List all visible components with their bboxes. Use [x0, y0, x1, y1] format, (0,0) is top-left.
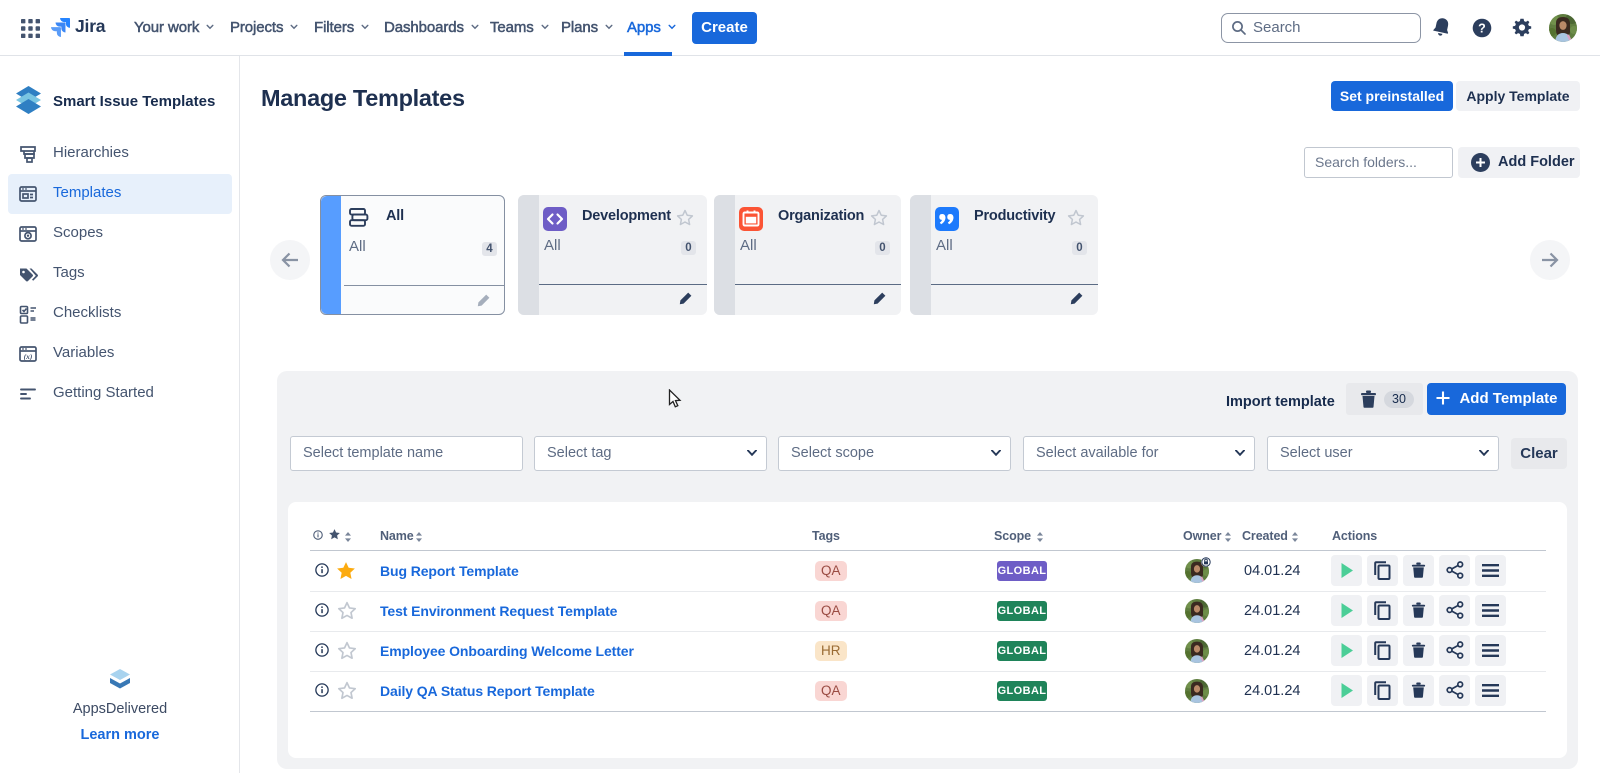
svg-text:(x): (x) [24, 352, 33, 361]
svg-text:?: ? [1478, 21, 1486, 35]
